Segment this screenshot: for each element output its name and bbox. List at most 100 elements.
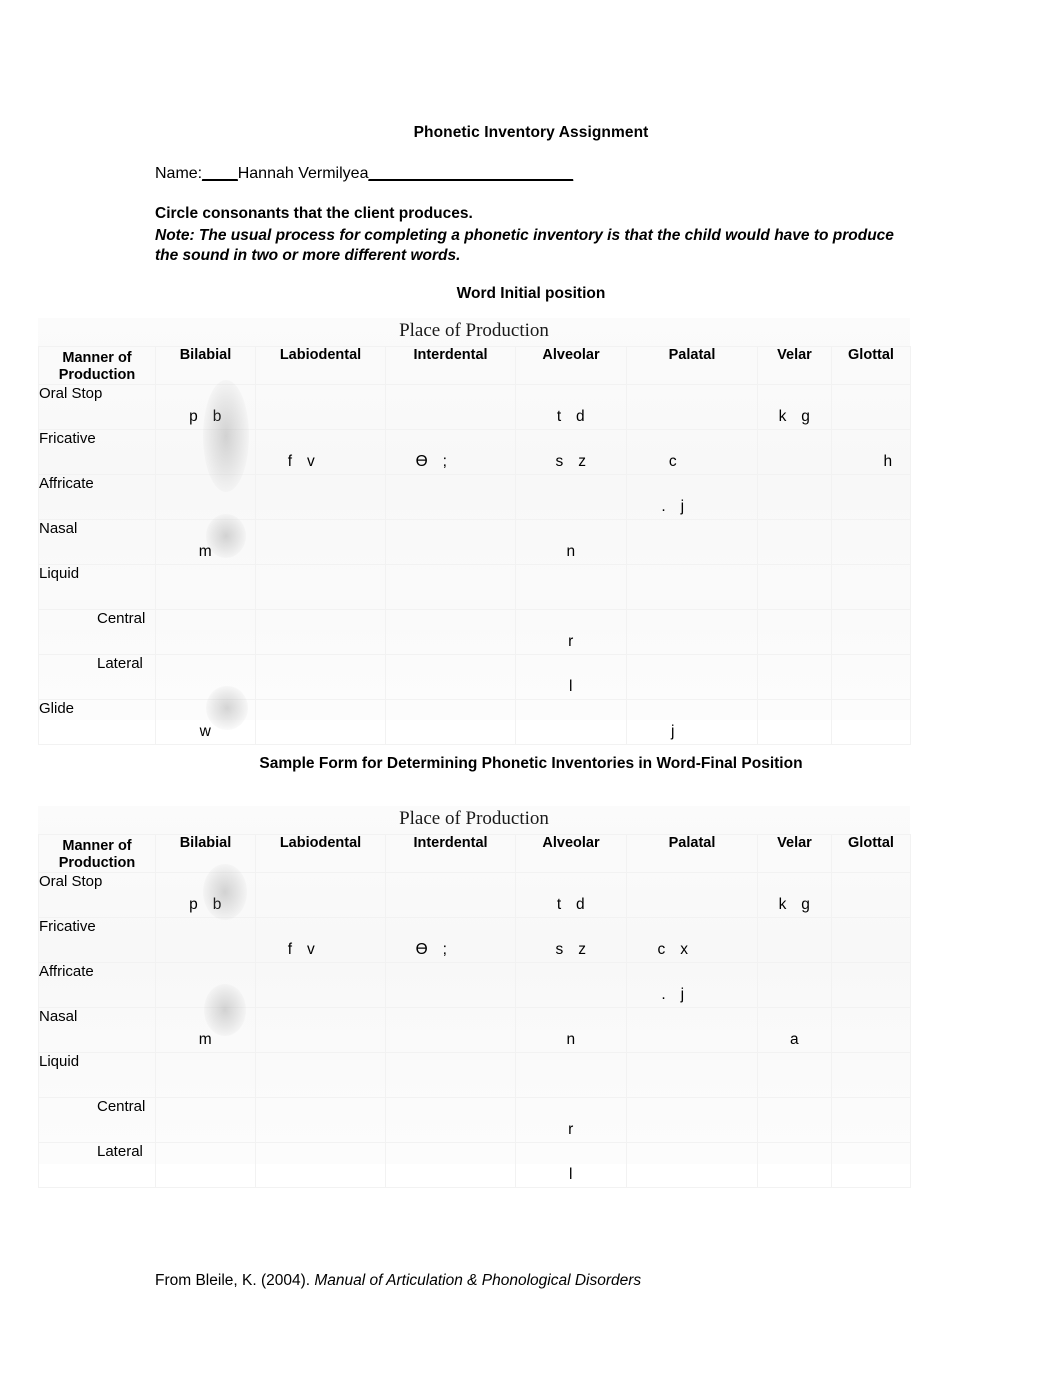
cell-nasal-glottal[interactable] [831,1007,911,1053]
cell-central-interdental[interactable] [385,609,516,655]
cell-central-alveolar[interactable]: r [515,1097,627,1143]
cell-affricate-interdental[interactable] [385,962,516,1008]
cell-oral-stop-glottal[interactable] [831,384,911,430]
cell-lateral-glottal[interactable] [831,1142,911,1188]
cell-lateral-bilabial[interactable] [155,1142,256,1188]
cell-glide-glottal[interactable] [831,699,911,745]
cell-central-velar[interactable] [757,609,832,655]
cell-lateral-interdental[interactable] [385,1142,516,1188]
cell-affricate-bilabial[interactable] [155,474,256,520]
cell-fricative-glottal[interactable]: h [831,429,911,475]
cell-nasal-interdental[interactable] [385,1007,516,1053]
cell-nasal-alveolar[interactable]: n [515,1007,627,1053]
cell-oral-stop-bilabial[interactable]: p b [155,384,256,430]
cell-glide-alveolar[interactable] [515,699,627,745]
cell-nasal-alveolar[interactable]: n [515,519,627,565]
cell-affricate-labiodental[interactable] [255,474,386,520]
cell-glide-labiodental[interactable] [255,699,386,745]
cell-lateral-velar[interactable] [757,654,832,700]
cell-central-velar[interactable] [757,1097,832,1143]
cell-nasal-palatal[interactable] [626,1007,758,1053]
cell-affricate-palatal[interactable]: . j [626,962,758,1008]
cell-nasal-labiodental[interactable] [255,1007,386,1053]
cell-fricative-palatal[interactable]: c [626,429,758,475]
cell-liquid-interdental[interactable] [385,564,516,610]
cell-central-glottal[interactable] [831,1097,911,1143]
cell-nasal-bilabial[interactable]: m [155,519,256,565]
cell-lateral-labiodental[interactable] [255,1142,386,1188]
cell-fricative-palatal[interactable]: c x [626,917,758,963]
cell-central-bilabial[interactable] [155,609,256,655]
cell-liquid-interdental[interactable] [385,1052,516,1098]
cell-fricative-bilabial[interactable] [155,917,256,963]
cell-liquid-palatal[interactable] [626,1052,758,1098]
cell-lateral-velar[interactable] [757,1142,832,1188]
cell-oral-stop-velar[interactable]: k g [757,384,832,430]
cell-oral-stop-glottal[interactable] [831,872,911,918]
cell-nasal-velar[interactable] [757,519,832,565]
cell-fricative-velar[interactable] [757,429,832,475]
cell-liquid-labiodental[interactable] [255,564,386,610]
cell-affricate-alveolar[interactable] [515,474,627,520]
cell-oral-stop-interdental[interactable] [385,384,516,430]
cell-fricative-alveolar[interactable]: s z [515,429,627,475]
cell-oral-stop-labiodental[interactable] [255,384,386,430]
cell-oral-stop-interdental[interactable] [385,872,516,918]
cell-affricate-bilabial[interactable] [155,962,256,1008]
cell-liquid-bilabial[interactable] [155,564,256,610]
cell-liquid-velar[interactable] [757,1052,832,1098]
cell-lateral-alveolar[interactable]: l [515,654,627,700]
cell-fricative-alveolar[interactable]: s z [515,917,627,963]
cell-glide-interdental[interactable] [385,699,516,745]
cell-glide-bilabial[interactable]: w [155,699,256,745]
cell-central-glottal[interactable] [831,609,911,655]
cell-affricate-alveolar[interactable] [515,962,627,1008]
cell-fricative-bilabial[interactable] [155,429,256,475]
cell-lateral-palatal[interactable] [626,654,758,700]
cell-central-palatal[interactable] [626,1097,758,1143]
cell-liquid-palatal[interactable] [626,564,758,610]
cell-affricate-labiodental[interactable] [255,962,386,1008]
cell-nasal-velar[interactable]: a [757,1007,832,1053]
cell-nasal-palatal[interactable] [626,519,758,565]
cell-fricative-velar[interactable] [757,917,832,963]
cell-liquid-alveolar[interactable] [515,1052,627,1098]
cell-central-alveolar[interactable]: r [515,609,627,655]
cell-lateral-bilabial[interactable] [155,654,256,700]
cell-glide-palatal[interactable]: j [626,699,758,745]
cell-central-interdental[interactable] [385,1097,516,1143]
cell-fricative-interdental[interactable]: Ɵ ; [385,429,516,475]
cell-fricative-interdental[interactable]: Ɵ ; [385,917,516,963]
cell-oral-stop-alveolar[interactable]: t d [515,872,627,918]
cell-affricate-velar[interactable] [757,962,832,1008]
cell-nasal-labiodental[interactable] [255,519,386,565]
cell-oral-stop-palatal[interactable] [626,872,758,918]
cell-affricate-palatal[interactable]: . j [626,474,758,520]
cell-fricative-labiodental[interactable]: f v [255,917,386,963]
cell-central-labiodental[interactable] [255,1097,386,1143]
cell-fricative-glottal[interactable] [831,917,911,963]
cell-liquid-velar[interactable] [757,564,832,610]
cell-affricate-glottal[interactable] [831,962,911,1008]
cell-liquid-labiodental[interactable] [255,1052,386,1098]
cell-liquid-bilabial[interactable] [155,1052,256,1098]
cell-oral-stop-velar[interactable]: k g [757,872,832,918]
cell-fricative-labiodental[interactable]: f v [255,429,386,475]
cell-lateral-palatal[interactable] [626,1142,758,1188]
cell-affricate-velar[interactable] [757,474,832,520]
cell-oral-stop-palatal[interactable] [626,384,758,430]
cell-glide-velar[interactable] [757,699,832,745]
cell-liquid-glottal[interactable] [831,1052,911,1098]
cell-nasal-bilabial[interactable]: m [155,1007,256,1053]
cell-affricate-glottal[interactable] [831,474,911,520]
cell-central-bilabial[interactable] [155,1097,256,1143]
cell-liquid-alveolar[interactable] [515,564,627,610]
cell-oral-stop-alveolar[interactable]: t d [515,384,627,430]
cell-liquid-glottal[interactable] [831,564,911,610]
cell-central-palatal[interactable] [626,609,758,655]
cell-lateral-alveolar[interactable]: l [515,1142,627,1188]
cell-affricate-interdental[interactable] [385,474,516,520]
cell-nasal-glottal[interactable] [831,519,911,565]
cell-oral-stop-bilabial[interactable]: p b [155,872,256,918]
cell-central-labiodental[interactable] [255,609,386,655]
